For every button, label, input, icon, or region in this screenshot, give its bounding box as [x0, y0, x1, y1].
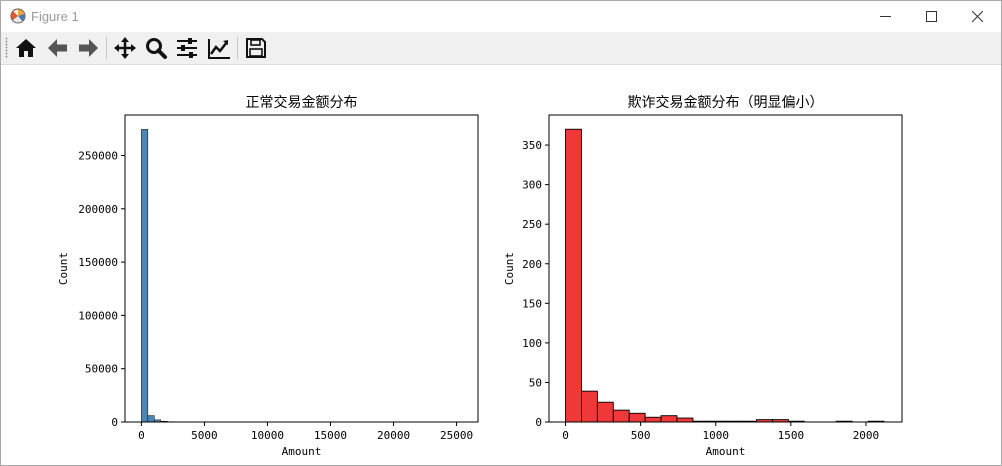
y-tick-label: 150000: [78, 256, 118, 269]
histogram-bar: [660, 415, 678, 423]
y-tick-label: 50000: [85, 363, 118, 376]
arrow-left-icon: [48, 39, 67, 57]
y-tick-label: 200: [522, 258, 542, 271]
arrow-right-icon: [79, 39, 98, 57]
x-tick-label: 2000: [853, 429, 880, 442]
x-tick-label: 0: [138, 429, 145, 442]
x-tick-label: 5000: [191, 429, 218, 442]
histogram-bar: [580, 390, 598, 423]
y-tick-label: 150: [522, 297, 542, 310]
y-tick-label: 0: [535, 416, 542, 429]
minimize-icon: [880, 16, 891, 17]
line-chart-icon: [208, 39, 230, 59]
close-button[interactable]: [955, 1, 1001, 32]
chart-title: 欺诈交易金额分布（明显偏小）: [628, 94, 824, 111]
histogram-bar: [141, 129, 149, 423]
toolbar-separator: [106, 37, 107, 59]
maximize-button[interactable]: [909, 1, 955, 32]
y-tick-label: 0: [111, 416, 118, 429]
pan-button[interactable]: [111, 35, 139, 61]
y-tick-label: 100000: [78, 309, 118, 322]
histogram-bar: [644, 416, 662, 423]
axes-frame: [548, 114, 903, 423]
toolbar-grip[interactable]: [5, 37, 8, 59]
histogram-bar: [676, 417, 694, 423]
figure-svg: 0 5000 10000 15000 20000 25000050000100000150…: [57, 94, 903, 458]
histogram-bar: [565, 128, 582, 423]
x-tick-label: 500: [631, 429, 651, 442]
y-axis-label: Count: [503, 252, 516, 285]
save-button[interactable]: [242, 35, 270, 61]
left-histogram-axes: 0 5000 10000 15000 20000 25000050000100000150…: [57, 94, 479, 458]
y-tick-label: 100: [522, 337, 542, 350]
floppy-disk-icon: [246, 38, 266, 58]
home-button[interactable]: [12, 35, 40, 61]
x-tick-label: 0: [562, 429, 569, 442]
y-tick-label: 200000: [78, 203, 118, 216]
subplots-button[interactable]: [173, 35, 201, 61]
x-axis-label: Amount: [706, 445, 746, 458]
move-icon: [114, 37, 136, 59]
x-tick-label: 20000: [377, 429, 410, 442]
x-tick-label: 25000: [440, 429, 473, 442]
close-icon: [972, 11, 983, 22]
edit-axis-button[interactable]: [205, 35, 233, 61]
window-title: Figure 1: [31, 9, 79, 24]
y-axis-label: Count: [57, 252, 70, 285]
forward-button[interactable]: [74, 35, 102, 61]
histogram-bar: [628, 412, 646, 423]
y-tick-label: 50: [529, 376, 542, 389]
figure-canvas[interactable]: 0 5000 10000 15000 20000 25000 0 50000 100000 150…: [1, 65, 1001, 465]
back-button[interactable]: [44, 35, 72, 61]
matplotlib-logo-icon: [10, 8, 26, 24]
histogram-bar: [612, 409, 630, 423]
toolbar-separator: [237, 37, 238, 59]
right-histogram-axes: 0 500 1000 1500 2000 0 50 100 150 200 250 300 350 欺诈交…: [503, 94, 903, 458]
title-bar: Figure 1: [1, 1, 1001, 32]
y-tick-label: 250: [522, 218, 542, 231]
zoom-button[interactable]: [142, 35, 170, 61]
magnifier-icon: [146, 38, 167, 59]
histogram-bar: [147, 415, 155, 423]
x-axis-label: Amount: [282, 445, 322, 458]
sliders-icon: [177, 38, 197, 58]
figure-window: Figure 1 0 5000 10000 15000 20000 25000 …: [0, 0, 1002, 466]
axes-frame: [124, 114, 479, 423]
x-tick-label: 1500: [778, 429, 805, 442]
x-tick-label: 15000: [314, 429, 347, 442]
x-tick-label: 10000: [251, 429, 284, 442]
home-icon: [16, 39, 36, 57]
maximize-icon: [926, 11, 937, 22]
histogram-bar: [596, 401, 614, 423]
y-tick-label: 250000: [78, 150, 118, 163]
y-tick-label: 300: [522, 179, 542, 192]
chart-title: 正常交易金额分布: [246, 94, 358, 111]
minimize-button[interactable]: [863, 1, 909, 32]
y-tick-label: 350: [522, 139, 542, 152]
x-tick-label: 1000: [702, 429, 729, 442]
navigation-toolbar: [1, 32, 1001, 65]
